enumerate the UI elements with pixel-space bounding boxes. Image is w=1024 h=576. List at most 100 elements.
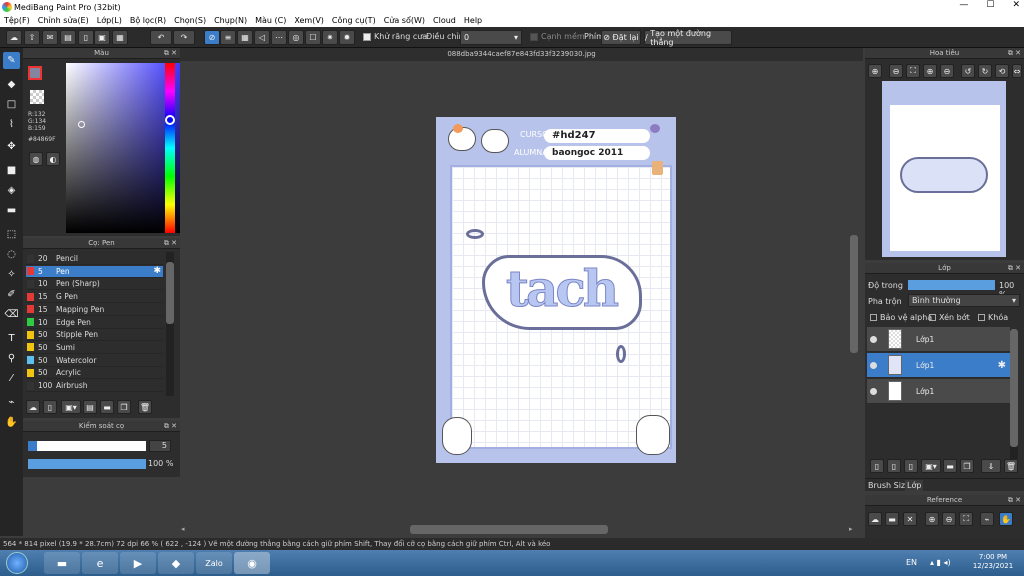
rotate-left-icon[interactable]: ↺ [961,64,975,78]
brush-item[interactable]: 15 Mapping Pen [26,304,163,316]
new-layer-icon[interactable]: ▯ [870,459,884,473]
gear-icon[interactable]: ✱ [153,266,161,276]
brush-item[interactable]: 10 Edge Pen [26,317,163,329]
brush-settings-icon[interactable]: ▤ [83,400,97,414]
snap-gear2-icon[interactable]: ✹ [339,30,355,45]
menu-edit[interactable]: Chỉnh sửa(E) [34,16,93,25]
app-icon[interactable]: ◆ [158,552,194,574]
move-tool-icon[interactable]: ✥ [3,138,20,155]
menu-color[interactable]: Màu (C) [251,16,290,25]
ref-zoom-in-icon[interactable]: ⊕ [925,512,939,526]
background-color-swatch[interactable] [30,90,44,104]
maximize-button[interactable]: ☐ [986,0,994,10]
ref-eyedropper-icon[interactable]: ⌁ [980,512,994,526]
canvas-document[interactable]: CURSO ALUMNA #hd247 baongoc 2011 tach [436,117,676,463]
media-player-icon[interactable]: ▶ [120,552,156,574]
ref-zoom-out-icon[interactable]: ⊖ [942,512,956,526]
blend-select[interactable]: Bình thường ▾ [908,294,1020,307]
new-brush-icon[interactable]: ▯ [43,400,57,414]
menu-file[interactable]: Tệp(F) [0,16,34,25]
brush-item[interactable]: 100 Airbrush [26,380,163,392]
hand-tool-icon[interactable]: ✋ [3,414,20,431]
fit-icon[interactable]: ⛶ [906,64,920,78]
eye-icon[interactable] [870,387,877,395]
bucket-tool-icon[interactable]: ◈ [3,182,20,199]
tab-layer[interactable]: Lớp [905,480,924,491]
snap-off-icon[interactable]: ⊘ [204,30,220,45]
menu-layer[interactable]: Lớp(L) [93,16,126,25]
ref-cloud-icon[interactable]: ☁ [868,512,882,526]
protect-alpha-checkbox[interactable] [870,314,877,321]
layer-opacity-slider[interactable] [908,280,995,290]
zalo-icon[interactable]: Zalo [196,552,232,574]
redo-icon[interactable]: ↷ [173,30,195,45]
new-file-icon[interactable]: ▯ [78,30,94,45]
trash-icon[interactable]: 🗑 [138,400,152,414]
brush-list-scrollbar[interactable] [166,252,174,396]
brush-item[interactable]: 20 Pencil [26,253,163,265]
layer-row[interactable]: Lớp1 ✱ [867,353,1010,378]
menu-snap[interactable]: Chụp(N) [210,16,251,25]
gradient-tool-icon[interactable]: ▬ [3,202,20,219]
panel-controls-icon[interactable]: ⧉ ✕ [164,238,177,249]
brush-size-slider[interactable] [28,441,146,451]
edge-checkbox[interactable] [530,33,538,41]
pen-tool-icon[interactable]: ✎ [3,52,20,69]
ref-close-icon[interactable]: ✕ [903,512,917,526]
ref-fit-icon[interactable]: ⛶ [959,512,973,526]
brush-item[interactable]: 50 Sumi [26,342,163,354]
file-tab[interactable]: 088dba9344caef87e843fd33f3239030.jpg [180,48,863,61]
menu-window[interactable]: Cửa sổ(W) [380,16,429,25]
zoom-out-icon[interactable]: ⊖ [889,64,903,78]
ref-open-icon[interactable]: ▬ [885,512,899,526]
layer-row[interactable]: Lớp1 [867,327,1010,352]
blur-tool-icon[interactable]: ⌇ [3,116,20,133]
layer-list-scrollbar[interactable] [1010,329,1018,459]
hue-slider-handle[interactable] [165,115,175,125]
panel-controls-icon[interactable]: ⧉ ✕ [1008,48,1021,59]
panel-controls-icon[interactable]: ⧉ ✕ [164,48,177,59]
snap-parallel-icon[interactable]: ≡ [220,30,236,45]
new-layer3-icon[interactable]: ▯ [904,459,918,473]
ref-hand-icon[interactable]: ✋ [999,512,1013,526]
upload-icon[interactable]: ⇧ [24,30,40,45]
divide-tool-icon[interactable]: ⁄ [3,370,20,387]
navigator-thumbnail[interactable] [882,81,1006,257]
brush-item[interactable]: 50 Stipple Pen [26,329,163,342]
lock-checkbox[interactable] [978,314,985,321]
new-layer2-icon[interactable]: ▯ [887,459,901,473]
hue-slider[interactable] [165,63,175,233]
menu-filter[interactable]: Bộ lọc(R) [126,16,170,25]
folder-icon[interactable]: ▬ [943,459,957,473]
duplicate-icon[interactable]: ❐ [117,400,131,414]
adjust-select[interactable]: 0 ▾ [460,30,522,45]
medibang-taskbar-icon[interactable]: ◉ [234,552,270,574]
brush-item[interactable]: 50 Acrylic [26,367,163,380]
select-tool-icon[interactable]: ⬚ [3,226,20,243]
eyedropper-icon[interactable]: ⌁ [3,394,20,411]
brush-size-value[interactable]: 5 [149,440,171,452]
menu-select[interactable]: Chọn(S) [170,16,210,25]
grid-icon[interactable]: ▦ [112,30,128,45]
save-icon[interactable]: ▣ [94,30,110,45]
text-tool-icon[interactable]: T [3,330,20,347]
zoom-in-icon[interactable]: ⊕ [868,64,882,78]
menu-help[interactable]: Help [460,16,486,25]
layer-row[interactable]: Lớp1 [867,379,1010,404]
reset-button[interactable]: ⊘ Đặt lại [601,30,641,45]
cloud-icon[interactable]: ☁ [6,30,22,45]
minimize-button[interactable]: — [959,0,968,10]
brush-cloud-icon[interactable]: ☁ [26,400,40,414]
foreground-color-swatch[interactable] [28,66,42,80]
snap-vanish-icon[interactable]: ◁ [254,30,270,45]
snap-circle-icon[interactable]: ◎ [288,30,304,45]
flip-icon[interactable]: ⇔ [1012,64,1022,78]
antialias-checkbox[interactable] [363,33,371,41]
eye-icon[interactable] [870,361,877,369]
duplicate-icon[interactable]: ❐ [960,459,974,473]
comment-icon[interactable]: ✉ [42,30,58,45]
select-eraser-icon[interactable]: ⌫ [3,306,20,323]
zoom-minus-icon[interactable]: ⊖ [940,64,954,78]
add-brush-menu-icon[interactable]: ▣▾ [61,400,81,414]
add-layer-menu-icon[interactable]: ▣▾ [921,459,941,473]
